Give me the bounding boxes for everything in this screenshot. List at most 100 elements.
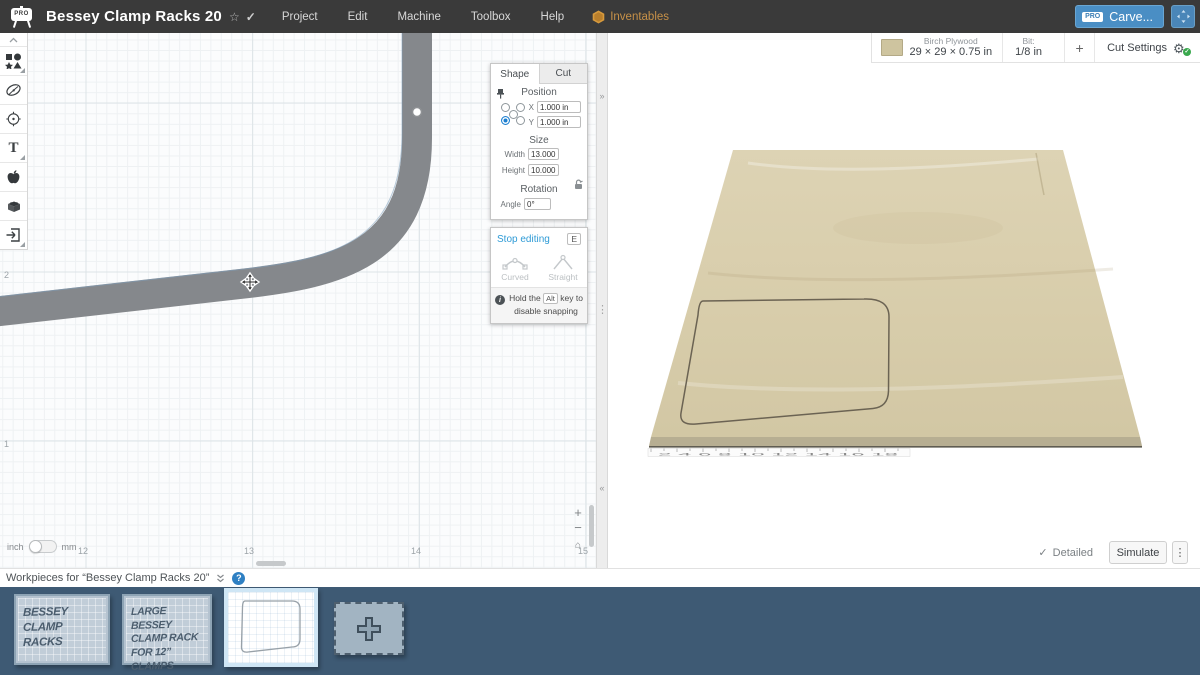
text-tool[interactable]: T xyxy=(0,133,27,162)
import-icon xyxy=(5,227,22,243)
menu-bar: Project Edit Machine Toolbox Help xyxy=(282,11,564,23)
import-tool[interactable] xyxy=(0,220,27,249)
zoom-controls: + − ⌂ xyxy=(568,505,588,553)
node-edit-panel: Stop editing E Curved Straight i Hold th… xyxy=(490,227,588,324)
material-cell[interactable]: Birch Plywood 29 × 29 × 0.75 in xyxy=(872,33,1003,62)
favorite-star-icon[interactable]: ☆ xyxy=(229,10,240,24)
tab-shape[interactable]: Shape xyxy=(491,64,539,84)
canvas-vertical-scrollbar[interactable] xyxy=(589,505,594,547)
pen-tool[interactable] xyxy=(0,75,27,104)
zoom-home-button[interactable]: ⌂ xyxy=(568,538,588,553)
width-input[interactable] xyxy=(528,148,559,160)
curved-node-icon xyxy=(502,254,528,270)
menu-project[interactable]: Project xyxy=(282,11,318,23)
material-swatch xyxy=(881,39,903,56)
simulate-button[interactable]: Simulate xyxy=(1109,541,1167,564)
tab-cut[interactable]: Cut xyxy=(539,64,588,84)
carve-button[interactable]: PRO Carve... xyxy=(1075,5,1164,28)
snapping-hint: i Hold the Alt key to disable snapping xyxy=(491,287,587,323)
toolbar-collapse-chevron-icon[interactable] xyxy=(0,33,27,46)
anchor-bottom-right[interactable] xyxy=(516,116,525,125)
jog-arrows-icon xyxy=(1176,9,1191,24)
material-settings-bar: Birch Plywood 29 × 29 × 0.75 in Bit: 1/8… xyxy=(871,33,1200,63)
splitter-drag-handle[interactable]: ⋮ xyxy=(597,303,607,316)
unit-toggle: inch mm xyxy=(7,540,77,553)
plywood-front-edge xyxy=(649,437,1142,446)
workpiece-thumb-active[interactable] xyxy=(224,588,318,667)
ruler-label-y1: 1 xyxy=(4,439,9,449)
pro-badge: PRO xyxy=(1082,12,1103,22)
inventables-label: Inventables xyxy=(610,11,669,23)
apple-icon xyxy=(5,169,22,186)
width-label: Width xyxy=(499,150,525,159)
material-dimensions: 29 × 29 × 0.75 in xyxy=(910,46,993,59)
zoom-in-button[interactable]: + xyxy=(568,505,588,520)
anchor-top-right[interactable] xyxy=(516,103,525,112)
material-block-tool[interactable] xyxy=(0,191,27,220)
easel-logo-pro-text: PRO xyxy=(11,8,32,21)
unit-inch-label: inch xyxy=(7,542,24,552)
collapse-left-chevron-icon[interactable]: « xyxy=(597,483,607,493)
add-bit-button[interactable]: + xyxy=(1064,33,1094,62)
plywood-top-surface xyxy=(651,150,1140,437)
bit-cell[interactable]: Bit: 1/8 in xyxy=(1002,33,1064,62)
simulate-menu-button[interactable]: ⋮ xyxy=(1172,541,1188,564)
unit-toggle-switch[interactable] xyxy=(29,540,57,553)
alt-key-badge: Alt xyxy=(543,293,558,304)
shapes-tool[interactable] xyxy=(0,46,27,75)
active-workpiece-shape xyxy=(228,592,314,663)
menu-edit[interactable]: Edit xyxy=(348,11,368,23)
easel-logo-icon[interactable]: PRO xyxy=(10,6,34,28)
path-node-handle[interactable] xyxy=(413,108,422,117)
add-workpiece-button[interactable] xyxy=(334,602,404,655)
menu-help[interactable]: Help xyxy=(541,11,565,23)
zoom-out-button[interactable]: − xyxy=(568,520,588,535)
workpiece-thumb-bessey-clamp-racks[interactable]: BESSEY CLAMP RACKS xyxy=(14,594,110,665)
panel-splitter[interactable]: » ⋮ « xyxy=(596,33,608,568)
saved-check-icon: ✓ xyxy=(246,10,256,24)
x-label: X xyxy=(525,103,534,112)
ruler-label-y2: 2 xyxy=(4,270,9,280)
height-label: Height xyxy=(499,166,525,175)
workpieces-collapse-chevrons-icon[interactable] xyxy=(216,574,225,583)
shape-panel: Shape Cut Position X Y xyxy=(490,63,588,220)
height-input[interactable] xyxy=(528,164,559,176)
shortcut-e-badge: E xyxy=(567,233,581,245)
stop-editing-link[interactable]: Stop editing xyxy=(497,234,550,245)
menu-machine[interactable]: Machine xyxy=(397,11,440,23)
apps-tool[interactable] xyxy=(0,162,27,191)
text-tool-icon: T xyxy=(8,140,18,157)
canvas-horizontal-scrollbar[interactable] xyxy=(256,561,286,566)
material-name: Birch Plywood xyxy=(924,36,978,46)
material-3d-view: 2 4 6 8 10 12 14 16 18 xyxy=(608,33,1200,568)
position-label: Position xyxy=(497,87,581,98)
aspect-lock-icon[interactable] xyxy=(573,179,584,190)
pen-icon xyxy=(5,82,22,98)
size-label: Size xyxy=(497,135,581,146)
angle-input[interactable] xyxy=(524,198,551,210)
workpieces-help-icon[interactable]: ? xyxy=(232,572,245,585)
menu-toolbox[interactable]: Toolbox xyxy=(471,11,511,23)
straight-node-button[interactable]: Straight xyxy=(539,249,587,287)
rotation-label: Rotation xyxy=(497,184,581,195)
anchor-top-left[interactable] xyxy=(501,103,510,112)
bit-size: 1/8 in xyxy=(1015,46,1042,59)
drill-point-tool[interactable] xyxy=(0,104,27,133)
workpiece-thumb-large-bessey-rack[interactable]: LARGE BESSEY CLAMP RACK FOR 12” CLAMPS xyxy=(122,594,212,665)
workpieces-tray: BESSEY CLAMP RACKS LARGE BESSEY CLAMP RA… xyxy=(0,587,1200,675)
curved-node-button[interactable]: Curved xyxy=(491,249,539,287)
cut-settings-button[interactable]: Cut Settings ⚙ ✓ xyxy=(1094,33,1200,62)
project-title[interactable]: Bessey Clamp Racks 20 xyxy=(46,8,222,25)
add-workpiece-plus-icon xyxy=(354,614,384,644)
pin-panel-icon[interactable] xyxy=(496,88,505,99)
carve-preview-pane[interactable]: 2 4 6 8 10 12 14 16 18 Birch Plywood 29 … xyxy=(608,33,1200,568)
wood-block-icon xyxy=(5,199,23,214)
x-position-input[interactable] xyxy=(537,101,581,113)
y-position-input[interactable] xyxy=(537,116,581,128)
machine-jog-button[interactable] xyxy=(1171,5,1195,28)
detailed-toggle[interactable]: ✓ Detailed xyxy=(1038,546,1093,559)
expand-right-chevron-icon[interactable]: » xyxy=(597,91,607,101)
inventables-link[interactable]: Inventables xyxy=(592,10,669,24)
ruler-label-x13: 13 xyxy=(244,546,254,556)
anchor-bottom-left[interactable] xyxy=(501,116,510,125)
